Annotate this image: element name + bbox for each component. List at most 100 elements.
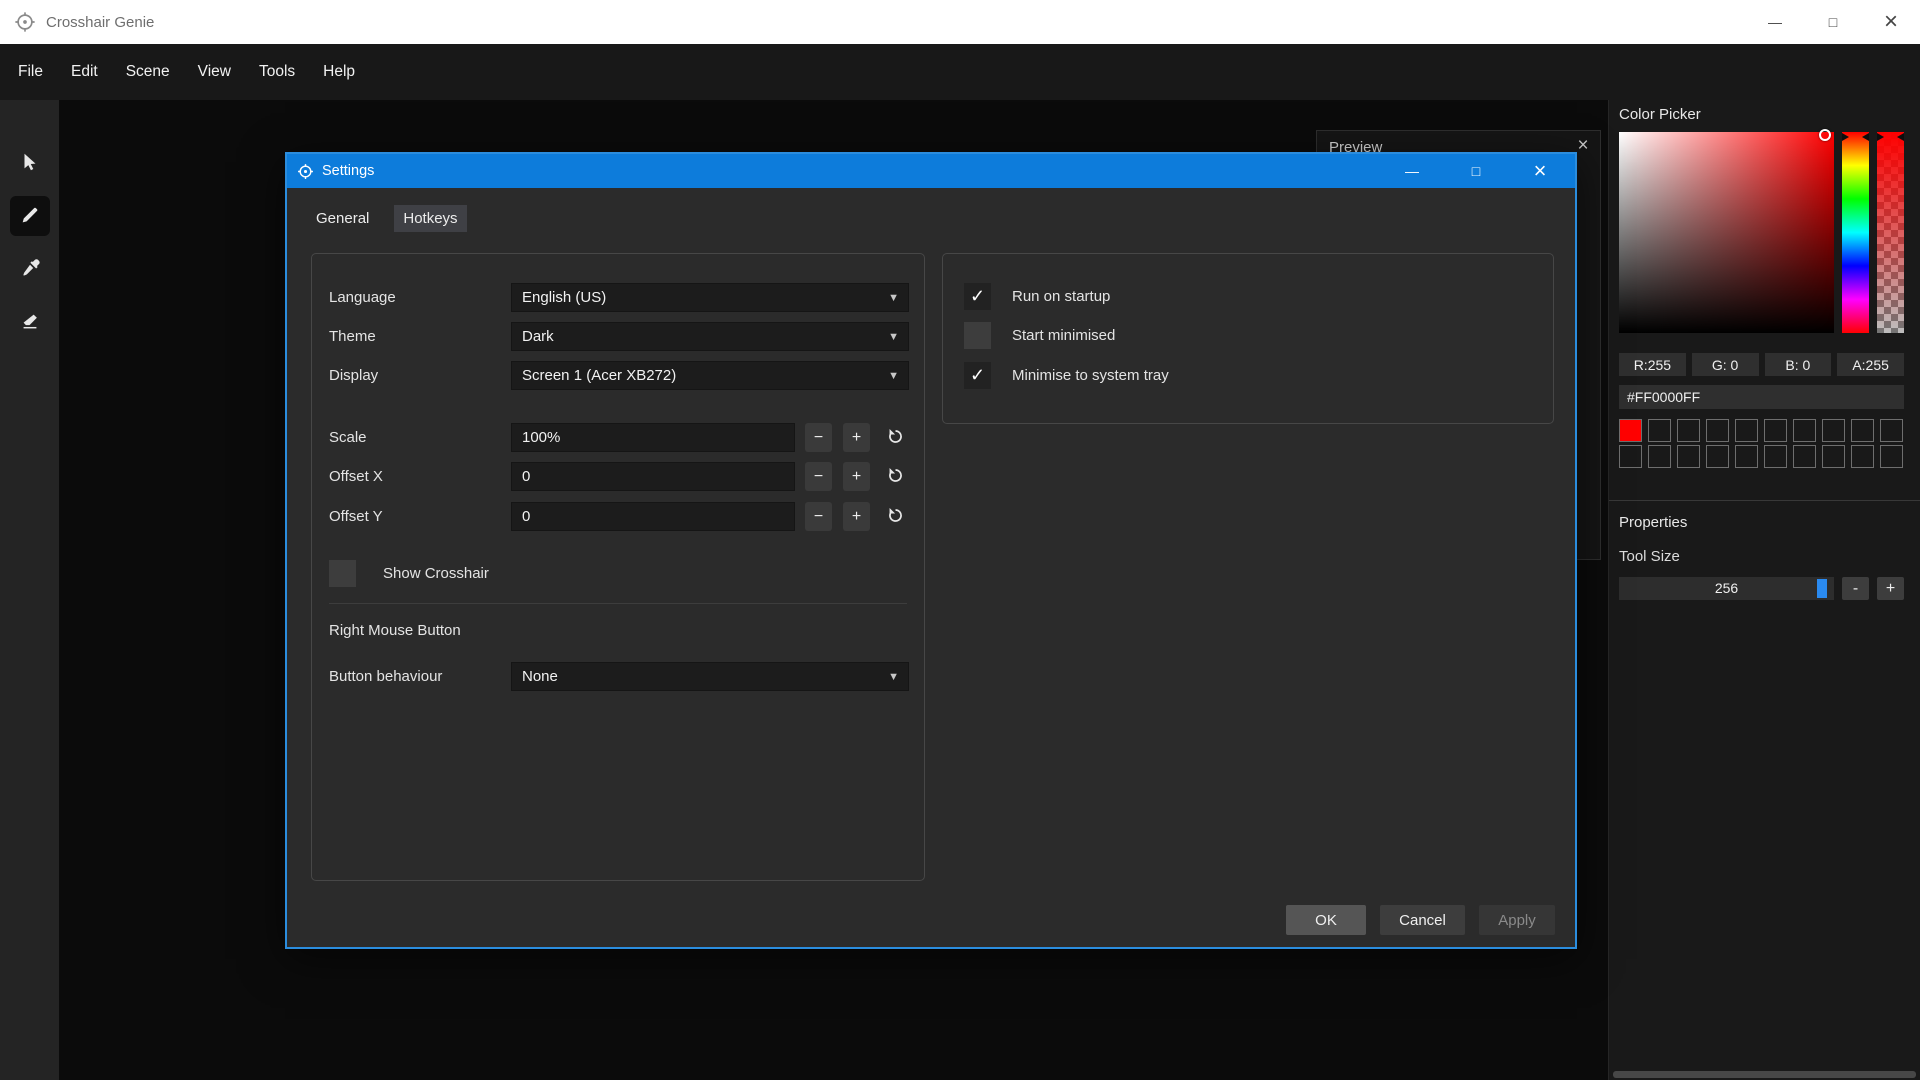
color-swatch[interactable]	[1677, 445, 1700, 468]
chevron-down-icon: ▼	[888, 292, 899, 304]
dialog-close-button[interactable]: ×	[1512, 154, 1568, 188]
color-swatch[interactable]	[1735, 419, 1758, 442]
menu-help[interactable]: Help	[309, 44, 369, 100]
reset-icon	[886, 506, 905, 528]
pencil-tool-button[interactable]	[10, 196, 50, 236]
tab-hotkeys[interactable]: Hotkeys	[394, 205, 466, 232]
color-swatch[interactable]	[1851, 445, 1874, 468]
minimise-to-tray-checkbox[interactable]: ✓	[964, 362, 991, 389]
tab-general[interactable]: General	[307, 205, 378, 232]
color-swatch[interactable]	[1648, 445, 1671, 468]
scale-input[interactable]	[511, 423, 795, 452]
alpha-marker-right-icon	[1897, 133, 1904, 141]
menu-view[interactable]: View	[184, 44, 245, 100]
language-value: English (US)	[522, 289, 606, 306]
rgba-values: R:255 G: 0 B: 0 A:255	[1619, 353, 1904, 376]
apply-button[interactable]: Apply	[1479, 905, 1555, 935]
eraser-tool-button[interactable]	[10, 302, 50, 342]
color-swatch[interactable]	[1706, 445, 1729, 468]
eyedropper-tool-button[interactable]	[10, 249, 50, 289]
color-swatch[interactable]	[1880, 445, 1903, 468]
offset-x-increase-button[interactable]: +	[843, 462, 870, 491]
show-crosshair-checkbox[interactable]	[329, 560, 356, 587]
ok-button[interactable]: OK	[1286, 905, 1366, 935]
horizontal-scrollbar[interactable]	[1613, 1071, 1916, 1078]
offset-x-input[interactable]	[511, 462, 795, 491]
hex-color-field[interactable]: #FF0000FF	[1619, 385, 1904, 409]
offset-y-increase-button[interactable]: +	[843, 502, 870, 531]
window-title: Crosshair Genie	[46, 14, 154, 31]
chevron-down-icon: ▼	[888, 671, 899, 683]
tool-size-increase-button[interactable]: +	[1877, 577, 1904, 600]
properties-title: Properties	[1619, 514, 1687, 531]
color-swatch[interactable]	[1793, 445, 1816, 468]
color-picker-title: Color Picker	[1619, 106, 1701, 123]
menubar: File Edit Scene View Tools Help	[0, 44, 1920, 100]
reset-icon	[886, 466, 905, 488]
general-settings-group: Language English (US) ▼ Theme Dark ▼ Dis…	[311, 253, 925, 881]
color-swatch[interactable]	[1851, 419, 1874, 442]
menu-scene[interactable]: Scene	[112, 44, 184, 100]
alpha-slider[interactable]	[1877, 132, 1904, 333]
saturation-value-square[interactable]	[1619, 132, 1834, 333]
color-swatch[interactable]	[1793, 419, 1816, 442]
show-crosshair-label: Show Crosshair	[383, 565, 489, 582]
color-swatch[interactable]	[1822, 445, 1845, 468]
menu-edit[interactable]: Edit	[57, 44, 112, 100]
pencil-icon	[19, 204, 41, 229]
dialog-buttons: OK Cancel Apply	[1286, 905, 1555, 935]
offset-y-decrease-button[interactable]: −	[805, 502, 832, 531]
window-close-button[interactable]: ×	[1862, 0, 1920, 44]
start-minimised-checkbox[interactable]	[964, 322, 991, 349]
sidebar: Color Picker R:255 G: 0 B: 0 A:255 #FF00…	[1608, 100, 1920, 1080]
minimise-to-tray-row[interactable]: ✓ Minimise to system tray	[964, 362, 1169, 389]
scale-reset-button[interactable]	[882, 423, 909, 452]
dialog-maximize-button[interactable]: □	[1448, 154, 1504, 188]
cancel-button[interactable]: Cancel	[1380, 905, 1465, 935]
theme-dropdown[interactable]: Dark ▼	[511, 322, 909, 351]
window-minimize-button[interactable]: —	[1746, 0, 1804, 44]
color-swatch[interactable]	[1648, 419, 1671, 442]
offset-y-reset-button[interactable]	[882, 502, 909, 531]
button-behaviour-dropdown[interactable]: None ▼	[511, 662, 909, 691]
button-behaviour-value: None	[522, 668, 558, 685]
menu-file[interactable]: File	[4, 44, 57, 100]
color-swatch[interactable]	[1619, 445, 1642, 468]
offset-x-decrease-button[interactable]: −	[805, 462, 832, 491]
window-maximize-button[interactable]: □	[1804, 0, 1862, 44]
color-swatch[interactable]	[1735, 445, 1758, 468]
display-dropdown[interactable]: Screen 1 (Acer XB272) ▼	[511, 361, 909, 390]
color-swatch[interactable]	[1706, 419, 1729, 442]
settings-dialog: Settings — □ × General Hotkeys Language …	[285, 152, 1577, 949]
color-swatch[interactable]	[1764, 445, 1787, 468]
tool-size-decrease-button[interactable]: -	[1842, 577, 1869, 600]
theme-label: Theme	[329, 322, 376, 351]
run-on-startup-checkbox[interactable]: ✓	[964, 283, 991, 310]
scale-increase-button[interactable]: +	[843, 423, 870, 452]
color-swatch[interactable]	[1764, 419, 1787, 442]
hue-marker-left-icon	[1842, 133, 1849, 141]
select-tool-button[interactable]	[10, 143, 50, 183]
color-swatch[interactable]	[1677, 419, 1700, 442]
offset-x-reset-button[interactable]	[882, 462, 909, 491]
dialog-minimize-button[interactable]: —	[1384, 154, 1440, 188]
display-label: Display	[329, 361, 378, 390]
settings-dialog-titlebar: Settings — □ ×	[287, 154, 1575, 188]
tool-size-slider[interactable]: 256	[1619, 577, 1834, 600]
tool-size-slider-handle[interactable]	[1817, 579, 1827, 598]
hue-slider[interactable]	[1842, 132, 1869, 333]
color-swatch[interactable]	[1880, 419, 1903, 442]
offset-y-label: Offset Y	[329, 502, 383, 531]
offset-x-label: Offset X	[329, 462, 383, 491]
language-dropdown[interactable]: English (US) ▼	[511, 283, 909, 312]
offset-y-input[interactable]	[511, 502, 795, 531]
start-minimised-row[interactable]: Start minimised	[964, 322, 1115, 349]
sv-cursor-icon[interactable]	[1819, 129, 1831, 141]
show-crosshair-row[interactable]: Show Crosshair	[329, 560, 489, 587]
color-swatch[interactable]	[1619, 419, 1642, 442]
green-value: G: 0	[1692, 353, 1759, 376]
menu-tools[interactable]: Tools	[245, 44, 309, 100]
scale-decrease-button[interactable]: −	[805, 423, 832, 452]
run-on-startup-row[interactable]: ✓ Run on startup	[964, 283, 1110, 310]
color-swatch[interactable]	[1822, 419, 1845, 442]
